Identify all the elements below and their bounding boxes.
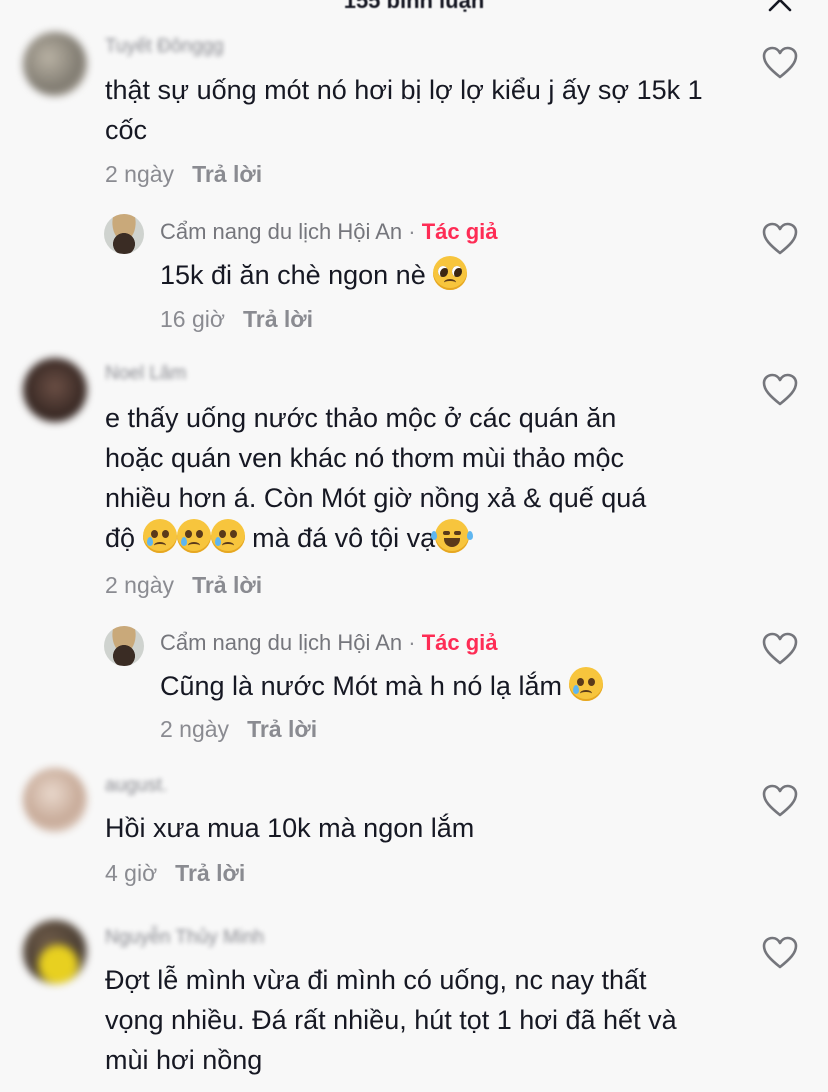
reply-button[interactable]: Trả lời	[175, 860, 245, 886]
comment-meta: 2 ngày Trả lời	[105, 161, 262, 188]
heart-outline-icon[interactable]	[762, 222, 798, 256]
avatar[interactable]	[23, 358, 87, 422]
reply-button[interactable]: Trả lời	[243, 306, 313, 332]
tears-of-joy-face-emoji	[431, 519, 474, 553]
reply-button[interactable]: Trả lời	[192, 161, 262, 187]
comment-username[interactable]: august.	[105, 775, 167, 797]
comment-text: Cũng là nước Mót mà h nó lạ lắm	[160, 666, 720, 706]
comment-text: Đợt lễ mình vừa đi mình có uống, nc nay …	[105, 960, 755, 1080]
heart-outline-icon[interactable]	[762, 373, 798, 407]
comment-text: 15k đi ăn chè ngon nè	[160, 255, 720, 295]
comment-meta: 16 giờ Trả lời	[160, 306, 313, 333]
comment-text-content: 15k đi ăn chè ngon nè	[160, 260, 426, 290]
comment-time: 16 giờ	[160, 306, 225, 332]
close-icon[interactable]	[766, 0, 794, 14]
comments-header: 155 bình luận	[0, 0, 828, 16]
comment-meta: 2 ngày Trả lời	[160, 716, 317, 743]
heart-outline-icon[interactable]	[762, 46, 798, 80]
crying-face-emoji	[142, 519, 177, 553]
heart-outline-icon[interactable]	[762, 936, 798, 970]
comment-username[interactable]: Tuyết Đônggg	[105, 36, 224, 58]
comment-text-line: vọng nhiều. Đá rất nhiều, hút tọt 1 hơi …	[105, 1005, 677, 1035]
author-name[interactable]: Cẩm nang du lịch Hội An	[160, 630, 402, 655]
comment-text: thật sự uống mót nó hơi bị lợ lợ kiểu j …	[105, 75, 703, 145]
comment-username[interactable]: Nguyễn Thủy Minh	[105, 927, 264, 949]
avatar[interactable]	[104, 626, 144, 666]
comment-text-line: mùi hơi nồng	[105, 1045, 263, 1075]
reply-username: Cẩm nang du lịch Hội An · Tác giả	[160, 630, 498, 656]
crying-face-emoji	[210, 519, 245, 553]
comment-username[interactable]: Noel Lâm	[105, 363, 186, 385]
author-badge: Tác giả	[421, 630, 498, 655]
reply-button[interactable]: Trả lời	[247, 716, 317, 742]
heart-outline-icon[interactable]	[762, 784, 798, 818]
heart-outline-icon[interactable]	[762, 632, 798, 666]
crying-face-emoji	[176, 519, 211, 553]
comment-time: 2 ngày	[105, 572, 175, 598]
reply-username: Cẩm nang du lịch Hội An · Tác giả	[160, 219, 498, 245]
avatar[interactable]	[23, 920, 87, 984]
separator-dot: ·	[408, 630, 416, 655]
comment-text-line: hoặc quán ven khác nó thơm mùi thảo mộc	[105, 443, 624, 473]
comment-text-content: độ	[105, 523, 136, 553]
pleading-face-emoji	[433, 256, 468, 290]
author-name[interactable]: Cẩm nang du lịch Hội An	[160, 219, 402, 244]
comment-meta: 4 giờ Trả lời	[105, 860, 245, 887]
comment-text-content: Cũng là nước Mót mà h nó lạ lắm	[160, 671, 562, 701]
comment-time: 2 ngày	[105, 161, 175, 187]
comment-text-line: độ mà đá vô tội vạ	[105, 518, 745, 558]
comment-text-line: Đợt lễ mình vừa đi mình có uống, nc nay …	[105, 965, 647, 995]
avatar[interactable]	[104, 214, 144, 254]
comment-time: 4 giờ	[105, 860, 158, 886]
comment-text: Hồi xưa mua 10k mà ngon lắm	[105, 813, 475, 843]
comment-text-line: nhiều hơn á. Còn Mót giờ nồng xả & quế q…	[105, 483, 647, 513]
crying-face-emoji	[569, 667, 604, 701]
comment-text: e thấy uống nước thảo mộc ở các quán ăn …	[105, 398, 745, 558]
comment-count-title: 155 bình luận	[343, 0, 485, 13]
comment-meta: 2 ngày Trả lời	[105, 572, 262, 599]
reply-button[interactable]: Trả lời	[192, 572, 262, 598]
avatar[interactable]	[23, 768, 87, 832]
separator-dot: ·	[408, 219, 416, 244]
avatar[interactable]	[23, 32, 87, 96]
comment-text-line: e thấy uống nước thảo mộc ở các quán ăn	[105, 403, 617, 433]
comment-time: 2 ngày	[160, 716, 230, 742]
author-badge: Tác giả	[421, 219, 498, 244]
comment-text-content: mà đá vô tội vạ	[252, 523, 436, 553]
